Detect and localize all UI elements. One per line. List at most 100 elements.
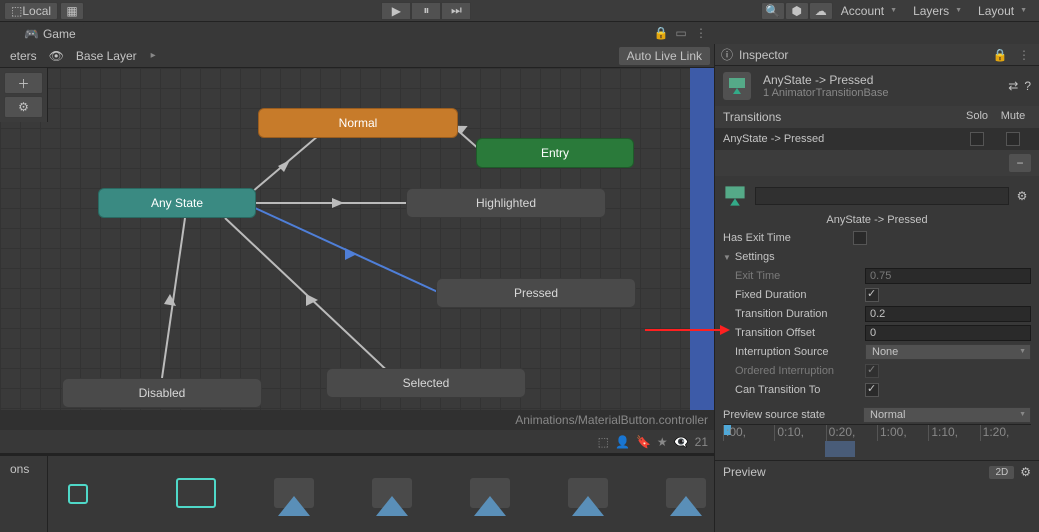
- node-anystate[interactable]: Any State: [98, 188, 256, 218]
- fixed-duration-checkbox[interactable]: [865, 288, 879, 302]
- right-scrollbar[interactable]: [690, 68, 714, 410]
- track-clip-6[interactable]: [558, 472, 596, 516]
- base-layer-button[interactable]: Base Layer: [68, 47, 145, 65]
- tick: 0:20,: [826, 425, 877, 441]
- track-clip-4[interactable]: [362, 472, 400, 516]
- remove-transition-button[interactable]: −: [1009, 154, 1031, 172]
- tab-bar: 🎮 Game: [0, 22, 1039, 44]
- inspector-header: ⓘ Inspector 🔒 ⋮: [715, 44, 1039, 66]
- ordered-interruption-checkbox: [865, 364, 879, 378]
- transition-bar-label: AnyState -> Pressed: [715, 212, 1039, 228]
- transition-settings-gear-icon[interactable]: ⚙: [1013, 187, 1031, 205]
- preview-2d-button[interactable]: 2D: [989, 466, 1014, 479]
- mute-checkbox[interactable]: [1006, 132, 1020, 146]
- inspector-lock-icon[interactable]: 🔒: [991, 46, 1009, 64]
- tab-game[interactable]: 🎮 Game: [14, 24, 86, 44]
- frame-icon[interactable]: ⬚: [598, 435, 609, 449]
- help-icon[interactable]: ?: [1024, 79, 1031, 93]
- preview-gear-icon[interactable]: ⚙: [1020, 465, 1031, 479]
- avatar-icon[interactable]: 👤: [615, 435, 630, 449]
- search-button[interactable]: 🔍: [761, 2, 785, 20]
- tick: 0:10,: [774, 425, 825, 441]
- layers-dropdown[interactable]: Layers: [905, 2, 970, 20]
- solo-checkbox[interactable]: [970, 132, 984, 146]
- game-icon: 🎮: [24, 27, 39, 41]
- has-exit-time-checkbox[interactable]: [853, 231, 867, 245]
- node-pressed[interactable]: Pressed: [436, 278, 636, 308]
- top-toolbar: ⬚ Local ▦ ▶ ⏸ ⏭ 🔍 ⬢ ☁ Account Layers Lay…: [0, 0, 1039, 22]
- transition-offset-row: Transition Offset: [715, 323, 1039, 342]
- node-selected[interactable]: Selected: [326, 368, 526, 398]
- graph-icon-row: ⬚ 👤 🔖 ★ 👁‍🗨 21: [0, 430, 714, 454]
- animator-panel: 🔒 ▭ ⋮ eters 👁 Base Layer ▸ Auto Live Lin…: [0, 44, 714, 532]
- add-button[interactable]: ＋: [4, 72, 43, 94]
- inspector-tab-label[interactable]: Inspector: [739, 48, 985, 62]
- gear-button[interactable]: ⚙: [4, 96, 43, 118]
- inspector-menu-icon[interactable]: ⋮: [1015, 46, 1033, 64]
- tab-game-label: Game: [43, 27, 76, 41]
- eye-icon[interactable]: 👁: [49, 49, 64, 63]
- transitions-header: Transitions Solo Mute: [715, 106, 1039, 128]
- cloud-button[interactable]: ☁: [809, 2, 833, 20]
- play-button[interactable]: ▶: [381, 2, 411, 20]
- track-clip-7[interactable]: [656, 472, 694, 516]
- tag-icon[interactable]: 🔖: [636, 435, 651, 449]
- chevron-right-icon: ▸: [151, 50, 156, 61]
- track-clip-5[interactable]: [460, 472, 498, 516]
- fixed-duration-row: Fixed Duration: [715, 285, 1039, 304]
- prefab-overrides-icon[interactable]: ⇄: [1008, 79, 1018, 93]
- account-dropdown[interactable]: Account: [833, 2, 905, 20]
- collab-button[interactable]: ⬢: [785, 2, 809, 20]
- star-icon[interactable]: ★: [657, 435, 668, 449]
- node-normal[interactable]: Normal: [258, 108, 458, 138]
- node-highlighted[interactable]: Highlighted: [406, 188, 606, 218]
- transition-duration-row: Transition Duration: [715, 304, 1039, 323]
- ordered-interruption-row: Ordered Interruption: [715, 361, 1039, 380]
- track-clip-1[interactable]: [68, 472, 106, 516]
- transition-timeline[interactable]: :00, 0:10, 0:20, 1:00, 1:10, 1:20,: [723, 424, 1031, 460]
- node-entry[interactable]: Entry: [476, 138, 634, 168]
- visibility-icon[interactable]: 👁‍🗨: [674, 435, 689, 449]
- can-transition-row: Can Transition To: [715, 380, 1039, 399]
- maximize-icon[interactable]: ▭: [672, 24, 690, 42]
- pause-button[interactable]: ⏸: [411, 2, 441, 20]
- graph-area[interactable]: Normal Entry Any State Highlighted Press…: [0, 68, 714, 410]
- local-label: Local: [22, 4, 51, 18]
- transition-subtitle: 1 AnimatorTransitionBase: [763, 87, 1002, 99]
- track-clip-3[interactable]: [264, 472, 302, 516]
- transition-title: AnyState -> Pressed: [763, 73, 1002, 87]
- track-clip-2[interactable]: [166, 472, 204, 516]
- tick: 1:00,: [877, 425, 928, 441]
- menu-icon[interactable]: ⋮: [692, 24, 710, 42]
- tick: 1:20,: [980, 425, 1031, 441]
- transition-name-bar[interactable]: [755, 187, 1009, 205]
- auto-live-link-button[interactable]: Auto Live Link: [619, 47, 710, 65]
- node-disabled[interactable]: Disabled: [62, 378, 262, 408]
- can-transition-checkbox[interactable]: [865, 383, 879, 397]
- animation-tracks[interactable]: [48, 456, 714, 532]
- settings-foldout[interactable]: Settings: [715, 247, 1039, 266]
- preview-row: Preview 2D ⚙: [715, 460, 1039, 483]
- step-button[interactable]: ⏭: [441, 2, 471, 20]
- interruption-source-select[interactable]: None: [865, 344, 1031, 360]
- transition-duration-field[interactable]: [865, 306, 1031, 322]
- interruption-source-row: Interruption Source None: [715, 342, 1039, 361]
- tick: :00,: [723, 425, 774, 441]
- controller-path: Animations/MaterialButton.controller: [515, 413, 708, 427]
- animation-bottom-panel: ons: [0, 454, 714, 532]
- inspector-body: AnyState -> Pressed 1 AnimatorTransition…: [715, 66, 1039, 532]
- lock-icon[interactable]: 🔒: [652, 24, 670, 42]
- layout-dropdown[interactable]: Layout: [970, 2, 1035, 20]
- visible-count: 21: [695, 435, 708, 449]
- mute-header: Mute: [995, 110, 1031, 124]
- grid-snap-button[interactable]: ▦: [60, 2, 84, 20]
- bottom-tab[interactable]: ons: [4, 460, 43, 478]
- exit-time-field[interactable]: [865, 268, 1031, 284]
- transition-list-item[interactable]: AnyState -> Pressed: [715, 128, 1039, 150]
- exit-time-row: Exit Time: [715, 266, 1039, 285]
- transition-offset-field[interactable]: [865, 325, 1031, 341]
- preview-source-select[interactable]: Normal: [863, 407, 1031, 423]
- parameters-tab[interactable]: eters: [4, 47, 43, 65]
- local-pivot-button[interactable]: ⬚ Local: [4, 2, 58, 20]
- timeline-transition-range[interactable]: [825, 441, 856, 457]
